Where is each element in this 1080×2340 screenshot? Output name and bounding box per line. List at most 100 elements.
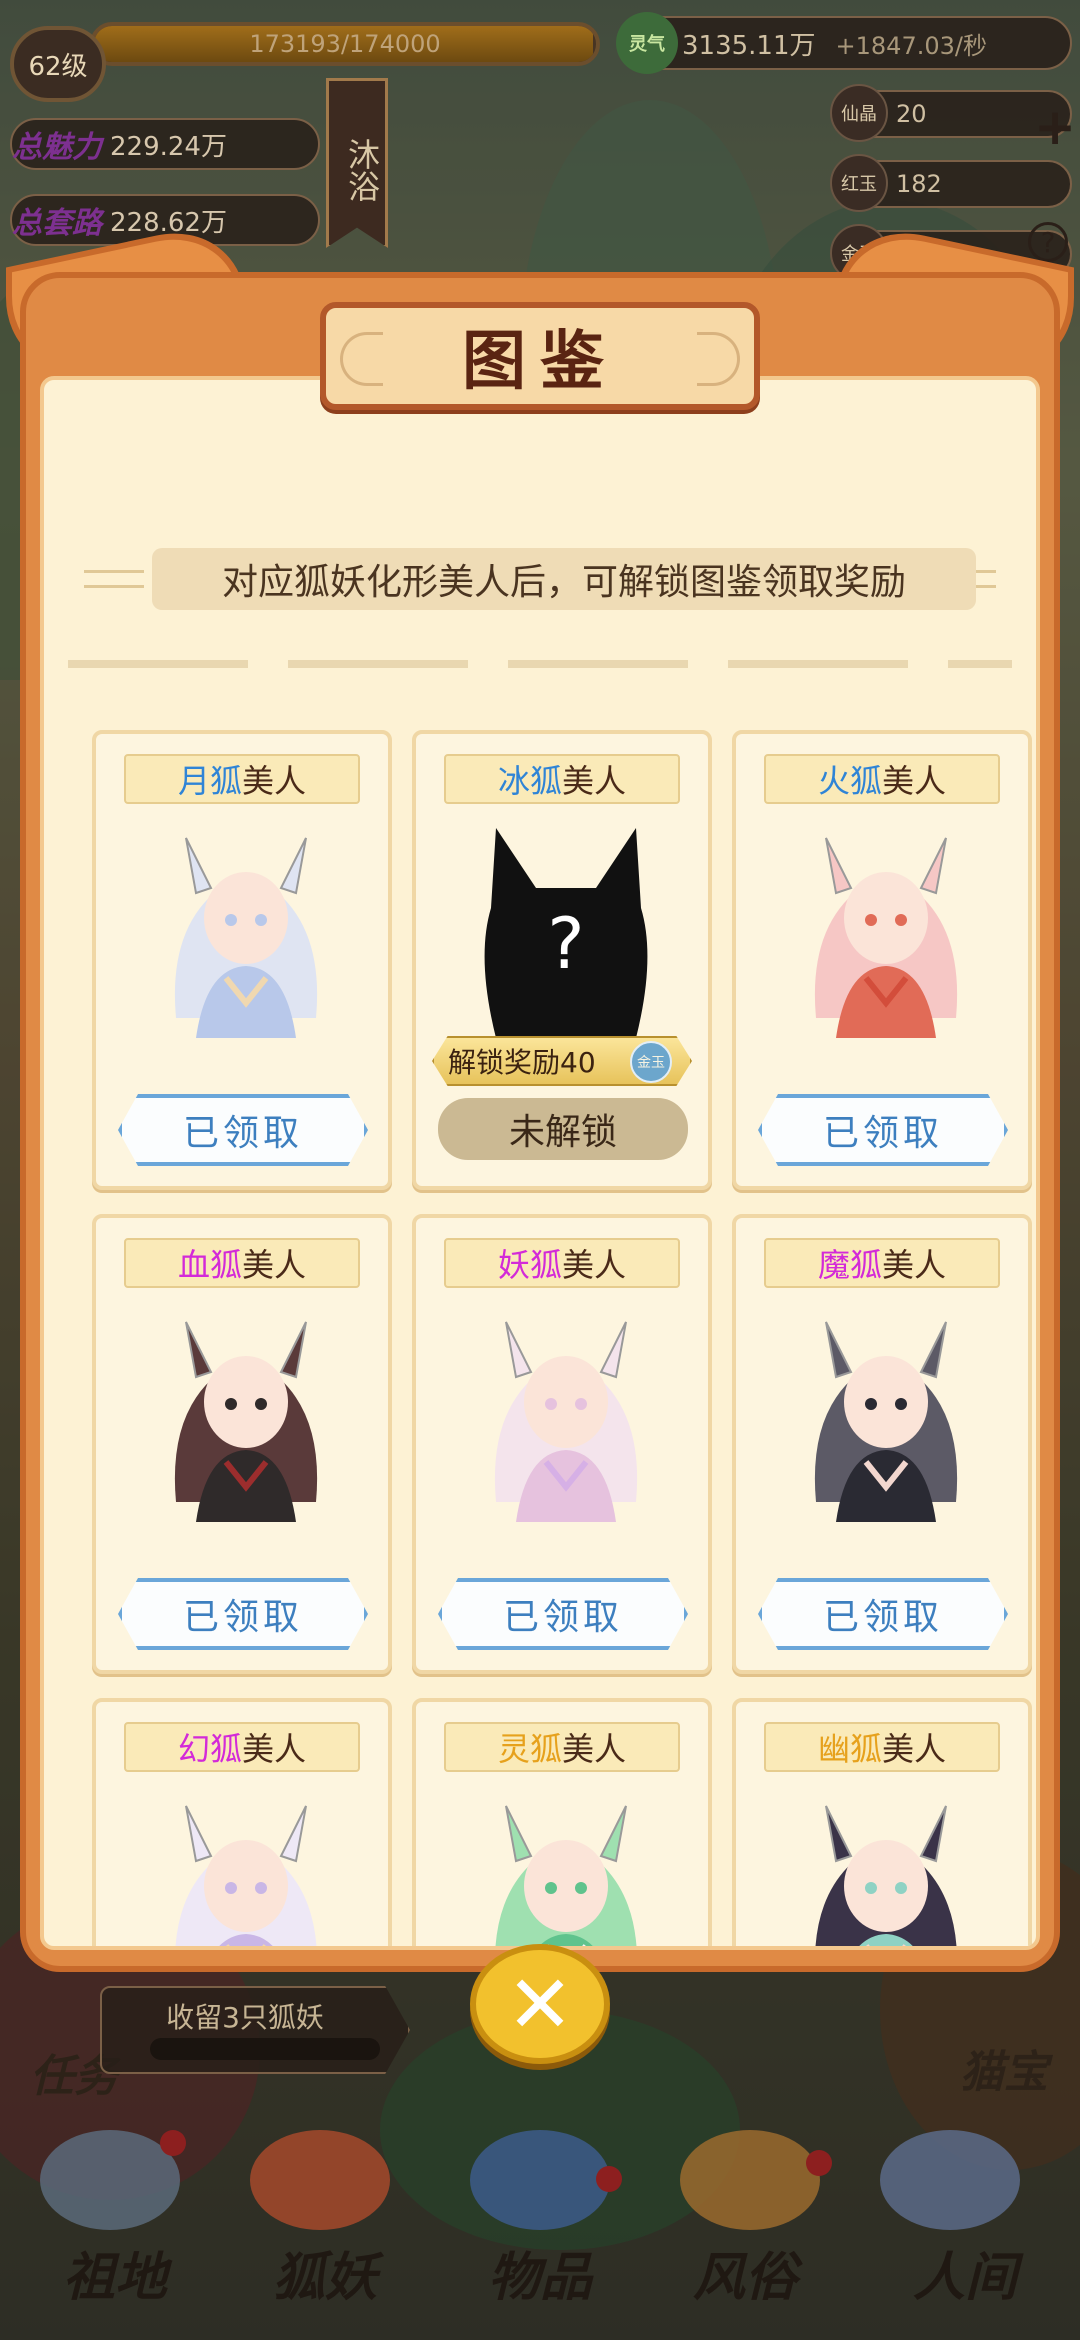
card-name-suffix: 美人 — [242, 762, 307, 800]
card-name-prefix: 火狐 — [817, 762, 882, 800]
qi-value: 3135.11万 — [682, 30, 816, 61]
card-name-prefix: 月狐 — [177, 762, 242, 800]
title-plate: 图鉴 — [320, 302, 760, 410]
beauty-card[interactable]: 幻狐美人已领取 — [92, 1698, 392, 1946]
subtitle-deco-left — [84, 570, 144, 588]
beauty-card[interactable]: 火狐 美人已领取 — [732, 730, 1032, 1190]
card-name-suffix: 美人 — [882, 1246, 947, 1284]
exp-bar: 173193/174000 — [90, 22, 600, 66]
task-bar[interactable]: 收留3只狐妖 — [100, 1986, 410, 2074]
card-name: 灵狐 美人 — [444, 1722, 680, 1772]
status-label: 已领取 — [118, 1578, 368, 1650]
card-name-prefix: 血狐 — [177, 1246, 242, 1284]
total-charm-stat: 总魅力 229.24万 — [10, 118, 320, 170]
claimed-button[interactable]: 已领取 — [118, 1094, 368, 1166]
card-name-prefix: 幽狐 — [817, 1730, 882, 1768]
nav-fox-demon[interactable]: 狐妖 — [240, 2200, 410, 2310]
character-portrait — [456, 1786, 676, 1946]
notification-dot — [596, 2166, 622, 2192]
beauty-card[interactable]: 血狐 美人已领取 — [92, 1214, 392, 1674]
card-name-suffix: 美人 — [882, 1730, 947, 1768]
card-name: 魔狐 美人 — [764, 1238, 1000, 1288]
close-button[interactable]: ✕ — [470, 1944, 610, 2064]
qi-counter: 灵气 3135.11万 +1847.03/秒 — [616, 12, 1072, 74]
exp-text: 173193/174000 — [249, 30, 441, 58]
status-label: 已领取 — [438, 1578, 688, 1650]
bath-button[interactable]: 沐浴 — [326, 78, 388, 248]
nav-world[interactable]: 人间 — [880, 2200, 1050, 2310]
collection-grid[interactable]: 月狐 美人 已领取 冰狐 美人? 解锁奖励40 金玉 未解锁 火狐 美人 已领取 血狐 美人 已领取 妖狐美… — [68, 670, 1036, 1946]
level-badge[interactable]: 62级 — [10, 26, 106, 102]
svg-text:?: ? — [547, 903, 584, 985]
card-name: 幻狐 美人 — [124, 1722, 360, 1772]
claimed-button[interactable]: 已领取 — [118, 1578, 368, 1650]
beauty-card[interactable]: 魔狐 美人已领取 — [732, 1214, 1032, 1674]
beauty-card[interactable]: 灵狐美人已领取 — [412, 1698, 712, 1946]
notification-dot — [160, 2130, 186, 2156]
task-text: 收留3只狐妖 — [166, 2001, 324, 2034]
qi-icon: 灵气 — [616, 12, 678, 74]
card-name: 冰狐 美人 — [444, 754, 680, 804]
claimed-button[interactable]: 已领取 — [758, 1578, 1008, 1650]
card-name-suffix: 美人 — [562, 1246, 627, 1284]
red-jade-icon: 红玉 — [830, 154, 888, 212]
claimed-button[interactable]: 已领取 — [758, 1094, 1008, 1166]
card-name-suffix: 美人 — [242, 1246, 307, 1284]
card-name: 月狐 美人 — [124, 754, 360, 804]
card-name-prefix: 灵狐 — [497, 1730, 562, 1768]
qi-rate: +1847.03/秒 — [835, 31, 987, 60]
dialog-body: 对应狐妖化形美人后，可解锁图鉴领取奖励 月狐 美人 已领取 冰狐 美人? 解锁奖励40 金玉… — [40, 376, 1040, 1950]
currency-red-jade[interactable]: 红玉 182 — [830, 154, 1072, 212]
crystal-icon: 仙晶 — [830, 84, 888, 142]
status-label: 未解锁 — [438, 1098, 688, 1160]
beauty-card[interactable]: 月狐 美人已领取 — [92, 730, 392, 1190]
character-portrait — [136, 1302, 356, 1522]
card-name: 幽狐 美人 — [764, 1722, 1000, 1772]
card-name-suffix: 美人 — [562, 1730, 627, 1768]
beauty-card[interactable]: 妖狐 美人已领取 — [412, 1214, 712, 1674]
nav-ancestral-land[interactable]: 祖地 — [30, 2200, 200, 2310]
close-icon: ✕ — [506, 1957, 574, 2051]
routine-label: 总套路 — [12, 206, 102, 241]
crystal-value: 20 — [896, 100, 927, 128]
gold-jade-icon: 金玉 — [630, 1041, 672, 1083]
nav-items[interactable]: 物品 — [455, 2200, 625, 2310]
help-icon[interactable]: ? — [1028, 222, 1068, 262]
dialog-subtitle: 对应狐妖化形美人后，可解锁图鉴领取奖励 — [152, 548, 976, 610]
beauty-card[interactable]: 冰狐 美人? 解锁奖励40 金玉未解锁 — [412, 730, 712, 1190]
charm-label: 总魅力 — [12, 130, 102, 165]
card-name-prefix: 魔狐 — [817, 1246, 882, 1284]
plus-icon[interactable]: + — [1034, 98, 1076, 156]
claimed-button[interactable]: 已领取 — [438, 1578, 688, 1650]
status-label: 已领取 — [758, 1094, 1008, 1166]
card-name-suffix: 美人 — [242, 1730, 307, 1768]
card-name: 血狐 美人 — [124, 1238, 360, 1288]
notification-dot — [806, 2150, 832, 2176]
card-name-suffix: 美人 — [882, 762, 947, 800]
character-portrait — [456, 1302, 676, 1522]
treasure-label[interactable]: 猫宝 — [960, 2036, 1048, 2100]
task-progress — [150, 2038, 380, 2060]
divider — [68, 660, 1012, 668]
card-name: 火狐 美人 — [764, 754, 1000, 804]
unlock-reward-tag: 解锁奖励40 金玉 — [432, 1036, 692, 1086]
card-name-suffix: 美人 — [562, 762, 627, 800]
character-portrait — [776, 818, 996, 1038]
character-portrait — [136, 818, 356, 1038]
card-name-prefix: 冰狐 — [497, 762, 562, 800]
charm-value: 229.24万 — [110, 131, 227, 162]
character-portrait — [776, 1786, 996, 1946]
collection-dialog: 图鉴 对应狐妖化形美人后，可解锁图鉴领取奖励 月狐 美人 已领取 冰狐 美人? 解锁奖励4… — [6, 216, 1074, 1972]
locked-status: 未解锁 — [438, 1094, 688, 1166]
character-portrait — [136, 1786, 356, 1946]
character-portrait — [776, 1302, 996, 1522]
red-jade-value: 182 — [896, 170, 942, 198]
card-name: 妖狐 美人 — [444, 1238, 680, 1288]
silhouette-icon: ? — [456, 818, 676, 1038]
nav-customs[interactable]: 风俗 — [660, 2200, 830, 2310]
beauty-card[interactable]: 幽狐美人已领取 — [732, 1698, 1032, 1946]
status-label: 已领取 — [118, 1094, 368, 1166]
card-name-prefix: 妖狐 — [497, 1246, 562, 1284]
unlock-reward-text: 解锁奖励40 — [448, 1046, 596, 1079]
card-name-prefix: 幻狐 — [177, 1730, 242, 1768]
